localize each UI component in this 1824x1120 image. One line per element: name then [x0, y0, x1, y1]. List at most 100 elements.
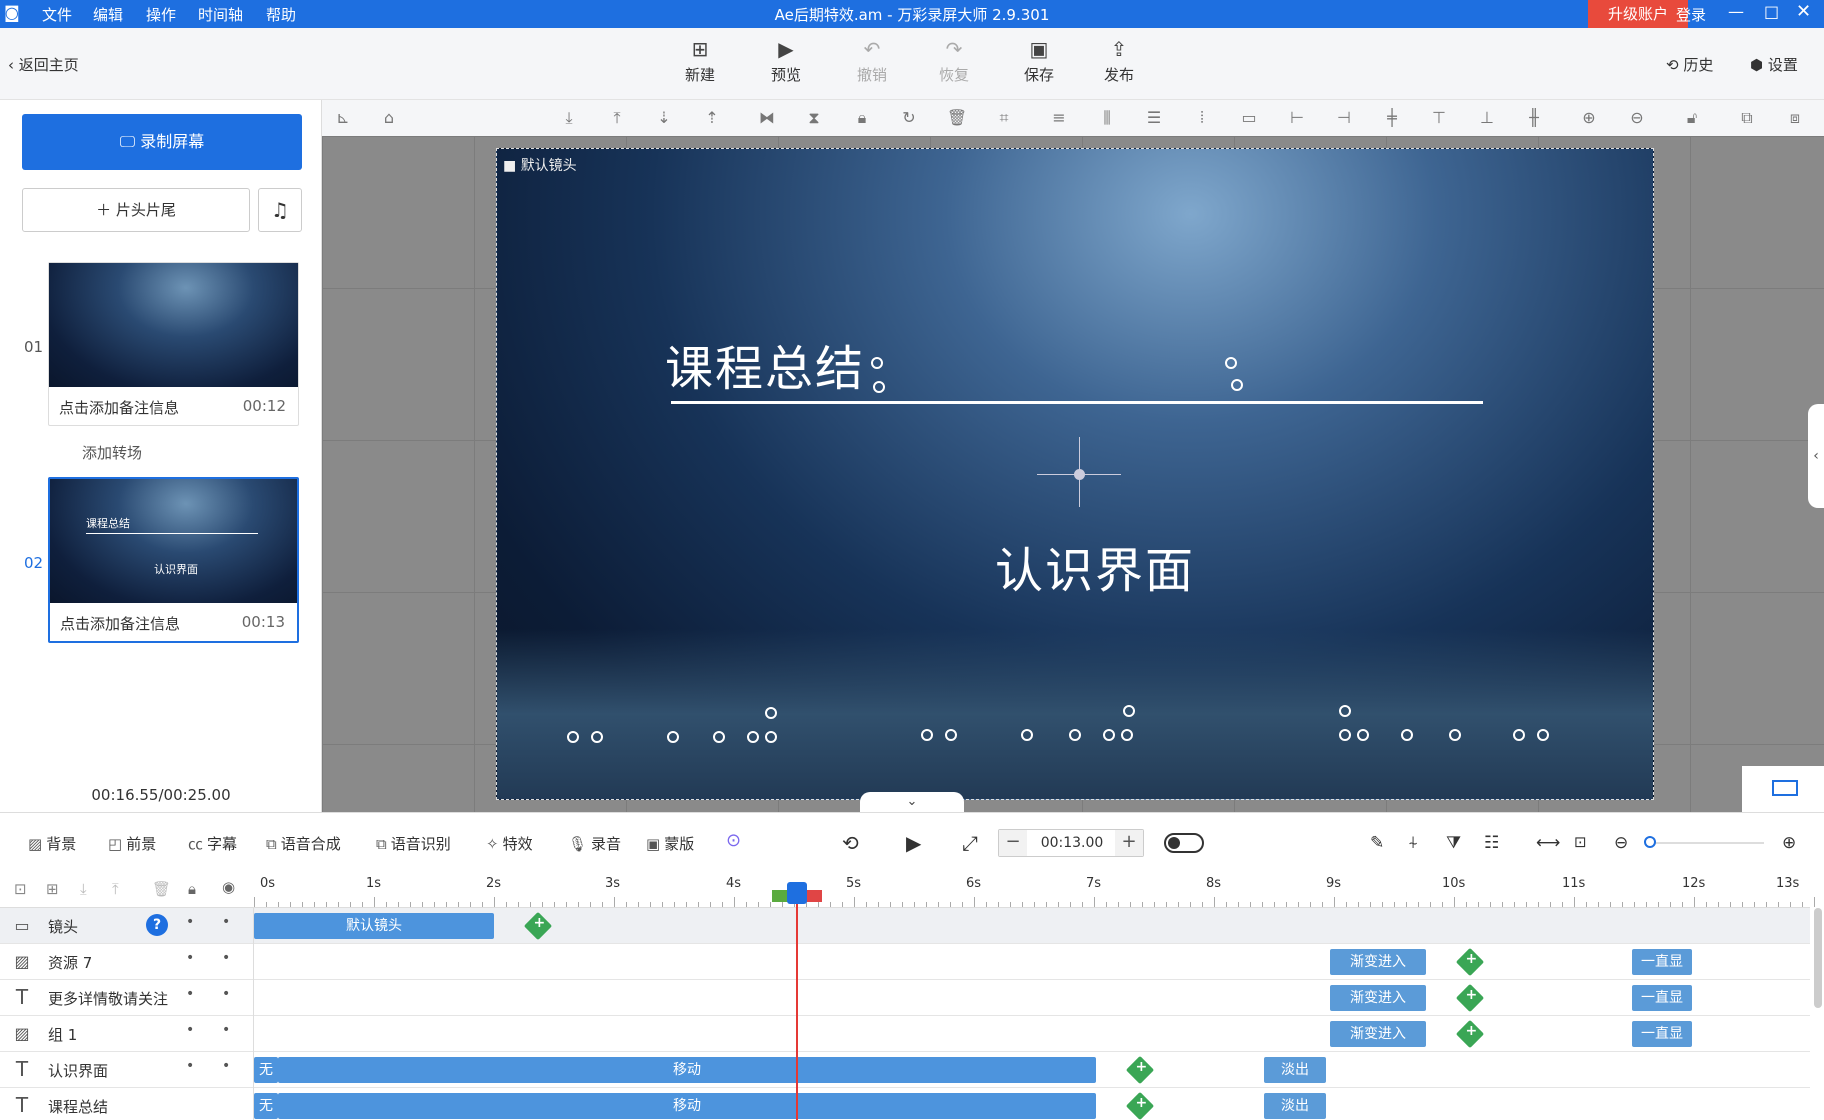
lock-toggle-dot[interactable]: • — [186, 950, 194, 966]
add-transition-link[interactable]: 添加转场 — [82, 442, 142, 463]
time-ruler[interactable]: 0s 1s 2s 3s 4s 5s 6s 7s 8s 9s 10s 11s 12… — [254, 872, 1815, 908]
zoom-in-icon[interactable]: ⊕ — [1782, 833, 1796, 853]
copy-icon[interactable]: ⧉ — [1736, 107, 1758, 129]
track-row[interactable]: T 认识界面 • • 无 移动 淡出 — [0, 1052, 1810, 1088]
flip-horizontal-icon[interactable]: ⧓ — [756, 107, 778, 129]
foreground-button[interactable]: ◰ 前景 — [108, 833, 156, 854]
eye-icon[interactable]: ◉ — [222, 878, 235, 896]
align-middle-icon[interactable]: ☰ — [1143, 107, 1165, 129]
lock-toggle-dot[interactable]: • — [186, 1022, 194, 1038]
always-show-clip[interactable]: 一直显 — [1632, 949, 1692, 975]
minimize-icon[interactable]: — — [1728, 2, 1744, 21]
visibility-toggle-dot[interactable]: • — [222, 1058, 230, 1074]
publish-button[interactable]: ⇪ 发布 — [1089, 38, 1149, 85]
minus-icon[interactable]: − — [999, 830, 1027, 856]
playhead-in-marker[interactable] — [772, 890, 788, 902]
add-keyframe-icon[interactable] — [523, 911, 553, 941]
mini-preview[interactable] — [1742, 766, 1824, 812]
plus-icon[interactable]: + — [1115, 830, 1143, 856]
timeline-scrollbar[interactable] — [1814, 908, 1822, 1008]
new-button[interactable]: ⊞ 新建 — [670, 38, 730, 85]
move-clip[interactable]: 移动 — [278, 1057, 1096, 1083]
lock-toggle-dot[interactable]: • — [186, 986, 194, 1002]
none-clip[interactable]: 无 — [254, 1093, 278, 1119]
move-up-icon[interactable]: ⤒ — [112, 880, 119, 898]
align-center-icon[interactable]: ≡ — [1048, 107, 1070, 129]
tts-button[interactable]: ⧉ 语音合成 — [266, 833, 341, 854]
fade-out-clip[interactable]: 淡出 — [1264, 1057, 1326, 1083]
stage-subtitle[interactable]: 认识界面 — [995, 531, 1195, 601]
always-show-clip[interactable]: 一直显 — [1632, 1021, 1692, 1047]
add-folder-icon[interactable]: ⊞ — [46, 880, 59, 898]
add-keyframe-icon[interactable] — [1125, 1091, 1155, 1120]
lock-toggle-dot[interactable]: • — [186, 914, 194, 930]
delete-icon[interactable]: 🗑︎ — [152, 880, 171, 898]
intro-outro-button[interactable]: ＋ 片头片尾 — [22, 188, 250, 232]
align-vertical-icon[interactable]: ⫼ — [1096, 107, 1118, 129]
stage[interactable]: ■ 默认镜头 课程总结 认识界面 — [496, 148, 1654, 800]
stage-title[interactable]: 课程总结 — [665, 329, 865, 399]
add-keyframe-icon[interactable] — [1455, 1019, 1485, 1049]
zoom-out-icon[interactable]: ⊖ — [1626, 107, 1648, 129]
one-to-one-icon[interactable]: ⊡ — [1574, 833, 1587, 851]
redo-button[interactable]: ↷ 恢复 — [924, 38, 984, 85]
record-screen-button[interactable]: 🖵 录制屏幕 — [22, 114, 302, 170]
lock-icon[interactable]: 🔒︎ — [851, 107, 873, 129]
preview-button[interactable]: ▶ 预览 — [756, 38, 816, 85]
rotate-icon[interactable]: ↻ — [898, 107, 920, 129]
play-icon[interactable]: ▶ — [906, 831, 921, 855]
track-row[interactable]: ▭ 镜头 ? • • 默认镜头 — [0, 908, 1810, 944]
music-button[interactable]: ♫ — [258, 188, 302, 232]
toggle-switch[interactable] — [1164, 833, 1204, 853]
add-keyframe-icon[interactable] — [1125, 1055, 1155, 1085]
scene-note[interactable]: 点击添加备注信息 — [59, 397, 179, 418]
add-keyframe-icon[interactable] — [1455, 947, 1485, 977]
side-panel-toggle[interactable]: ‹ — [1808, 404, 1824, 508]
align-vcenter-icon[interactable]: ╫ — [1523, 107, 1545, 129]
align-bottom-icon[interactable]: ⊥ — [1476, 107, 1498, 129]
crosshair-center[interactable] — [1074, 469, 1085, 480]
playhead-handle[interactable] — [787, 882, 807, 904]
unlock-icon[interactable]: 🔓︎ — [1681, 107, 1703, 129]
collapse-canvas-button[interactable]: ⌄ — [860, 792, 964, 812]
fade-out-clip[interactable]: 淡出 — [1264, 1093, 1326, 1119]
home-icon[interactable]: ⌂ — [378, 107, 400, 129]
upgrade-account-button[interactable]: 升级账户 — [1588, 0, 1688, 28]
time-value[interactable]: 00:13.00 — [1029, 835, 1115, 851]
zoom-slider-handle[interactable] — [1644, 836, 1656, 848]
undo-button[interactable]: ↶ 撤销 — [842, 38, 902, 85]
stage-divider[interactable] — [671, 401, 1483, 404]
more-tools-icon[interactable]: ⊙ — [726, 830, 741, 851]
login-link[interactable]: 登录 — [1676, 4, 1706, 25]
playhead[interactable] — [796, 900, 798, 1120]
align-top-icon[interactable]: ⊤ — [1428, 107, 1450, 129]
back-home-link[interactable]: ‹ 返回主页 — [8, 54, 79, 75]
align-right-icon[interactable]: ⊣ — [1333, 107, 1355, 129]
paste-icon[interactable]: ⧈ — [1784, 107, 1806, 129]
add-keyframe-icon[interactable] — [1455, 983, 1485, 1013]
delete-icon[interactable]: 🗑︎ — [946, 107, 968, 129]
visibility-toggle-dot[interactable]: • — [222, 914, 230, 930]
move-clip[interactable]: 移动 — [278, 1093, 1096, 1119]
fade-in-clip[interactable]: 渐变进入 — [1330, 1021, 1426, 1047]
align-hcenter-icon[interactable]: ╪ — [1381, 107, 1403, 129]
zoom-in-icon[interactable]: ⊕ — [1578, 107, 1600, 129]
distribute-h-icon[interactable]: ⦙ — [1191, 107, 1213, 129]
lock-toggle-dot[interactable]: • — [186, 1058, 194, 1074]
effects-button[interactable]: ✧ 特效 — [486, 833, 533, 854]
track-row[interactable]: ▨ 资源 7 • • 渐变进入 一直显 — [0, 944, 1810, 980]
always-show-clip[interactable]: 一直显 — [1632, 985, 1692, 1011]
fullscreen-icon[interactable]: ⤢ — [962, 831, 978, 855]
lock-icon[interactable]: 🔒︎ — [188, 880, 196, 898]
rewind-icon[interactable]: ⟲ — [842, 831, 859, 855]
track-row[interactable]: T 更多详情敬请关注 • • 渐变进入 一直显 — [0, 980, 1810, 1016]
new-folder-icon[interactable]: ⊡ — [14, 880, 27, 898]
time-stepper[interactable]: − 00:13.00 + — [998, 829, 1144, 857]
subtitle-button[interactable]: ㏄字幕 — [188, 833, 237, 854]
zoom-slider[interactable] — [1648, 842, 1764, 844]
mask-button[interactable]: ▣ 蒙版 — [646, 833, 694, 854]
filter-icon[interactable]: ⧩ — [1446, 833, 1461, 853]
move-top-icon[interactable]: ⤒ — [606, 107, 628, 129]
save-button[interactable]: ▣ 保存 — [1009, 38, 1069, 85]
none-clip[interactable]: 无 — [254, 1057, 278, 1083]
